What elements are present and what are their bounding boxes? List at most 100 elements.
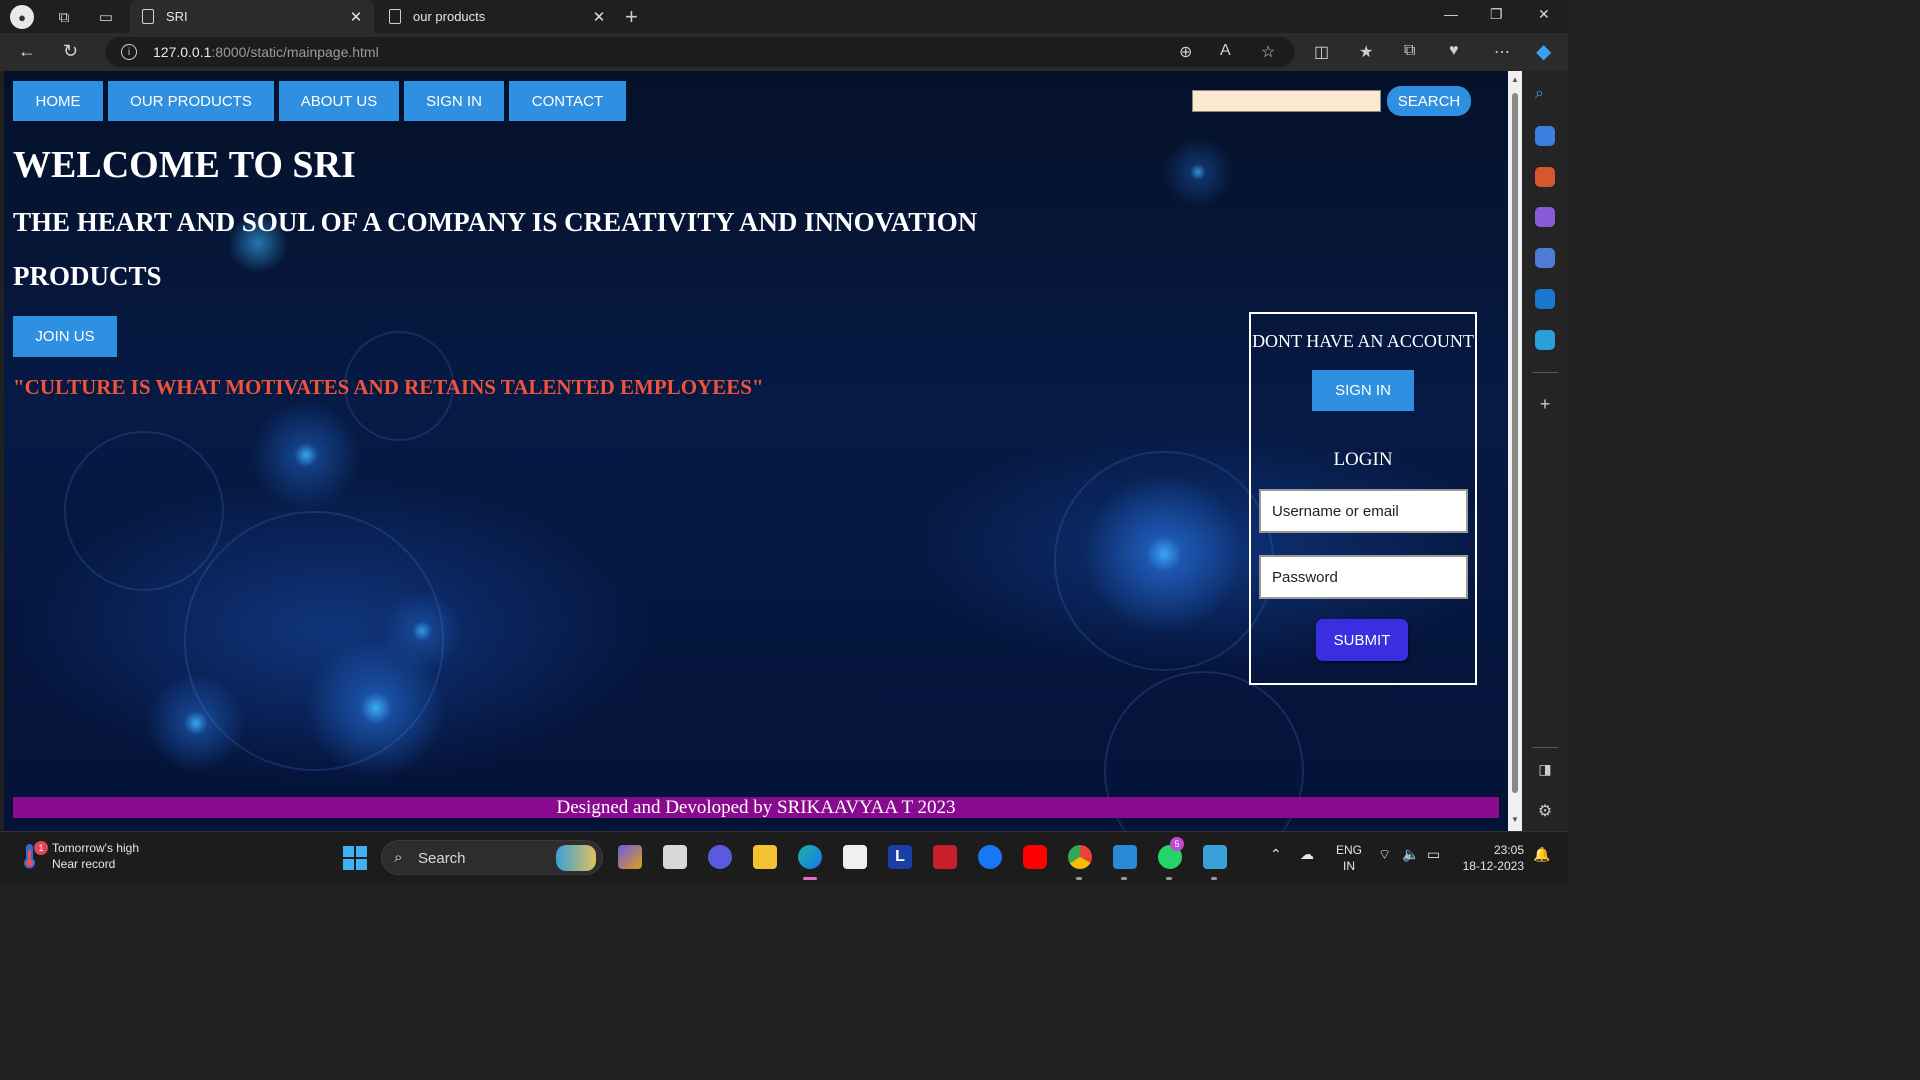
nav-home[interactable]: HOME	[13, 81, 103, 121]
workspaces-icon[interactable]: ⧉	[52, 5, 76, 29]
tab-our-products[interactable]: our products ✕	[377, 0, 617, 33]
scroll-thumb[interactable]	[1512, 93, 1518, 793]
weather-widget[interactable]: 1 Tomorrow's high Near record	[20, 840, 139, 872]
site-info-icon[interactable]: i	[121, 44, 137, 60]
notification-bell-icon[interactable]: 🔔	[1533, 846, 1550, 863]
notepad-icon[interactable]	[1203, 845, 1227, 869]
nav-contact[interactable]: CONTACT	[509, 81, 626, 121]
nav-sign-in[interactable]: SIGN IN	[404, 81, 504, 121]
outlook-icon[interactable]	[1535, 289, 1555, 309]
panel-sign-in-button[interactable]: SIGN IN	[1312, 370, 1414, 411]
sidebar-divider	[1532, 372, 1558, 373]
favorite-star-icon[interactable]: ☆	[1261, 42, 1275, 62]
nav-about-us[interactable]: ABOUT US	[279, 81, 399, 121]
login-heading: LOGIN	[1333, 449, 1393, 470]
taskbar-search[interactable]: ⌕ Search	[381, 840, 603, 875]
battery-icon[interactable]: ▭	[1427, 846, 1440, 863]
send-icon[interactable]	[1535, 330, 1555, 350]
edge-browser-icon[interactable]	[798, 845, 822, 869]
chrome-icon[interactable]	[1068, 845, 1092, 869]
collections-icon[interactable]: ⧉	[1404, 42, 1415, 60]
onedrive-icon[interactable]: ☁	[1300, 846, 1314, 863]
mcafee-icon[interactable]	[933, 845, 957, 869]
close-tab-icon[interactable]: ✕	[344, 8, 368, 26]
tab-label: our products	[413, 9, 486, 24]
windows-taskbar: 1 Tomorrow's high Near record ⌕ Search L…	[0, 831, 1568, 882]
close-window-icon[interactable]: ✕	[1538, 6, 1550, 23]
username-field[interactable]: Username or email	[1259, 489, 1468, 533]
task-view-icon[interactable]	[663, 845, 687, 869]
new-tab-icon[interactable]: +	[625, 4, 638, 30]
youtube-icon[interactable]	[1023, 845, 1047, 869]
tools-icon[interactable]	[1535, 167, 1555, 187]
footer-credit: Designed and Devoloped by SRIKAAVYAA T 2…	[13, 797, 1499, 818]
running-app-indicator	[1076, 877, 1082, 880]
games-icon[interactable]	[1535, 207, 1555, 227]
store-icon[interactable]	[843, 845, 867, 869]
vscode-icon[interactable]	[1113, 845, 1137, 869]
language-indicator[interactable]: ENG IN	[1336, 842, 1362, 874]
join-us-button[interactable]: JOIN US	[13, 316, 117, 357]
bokeh-decoration	[64, 431, 224, 591]
search-button[interactable]: SEARCH	[1387, 86, 1471, 116]
search-icon: ⌕	[394, 849, 403, 866]
teams-chat-icon[interactable]	[708, 845, 732, 869]
shopping-icon[interactable]	[1535, 126, 1555, 146]
whatsapp-icon[interactable]: 5	[1158, 837, 1184, 869]
whatsapp-badge: 5	[1170, 837, 1184, 851]
copilot-icon[interactable]: ◆	[1536, 39, 1551, 64]
zoom-icon[interactable]: ⊕	[1179, 42, 1192, 62]
refresh-icon[interactable]: ↻	[63, 41, 78, 62]
office-icon[interactable]	[1535, 248, 1555, 268]
no-account-heading: DONT HAVE AN ACCOUNT	[1252, 331, 1474, 351]
settings-gear-icon[interactable]: ⚙	[1535, 801, 1555, 821]
show-hidden-icons[interactable]: ⌃	[1270, 846, 1282, 863]
login-panel: DONT HAVE AN ACCOUNT SIGN IN LOGIN Usern…	[1249, 312, 1477, 685]
running-app-indicator	[1211, 877, 1217, 880]
add-icon[interactable]: +	[1535, 394, 1555, 414]
page-icon	[389, 9, 401, 24]
tab-label: SRI	[166, 9, 188, 24]
wifi-icon[interactable]: ⌔	[1378, 846, 1391, 864]
volume-icon[interactable]: 🔈	[1402, 846, 1419, 863]
active-app-indicator	[803, 877, 817, 880]
search-input[interactable]	[1192, 90, 1381, 112]
page-viewport: HOME OUR PRODUCTS ABOUT US SIGN IN CONTA…	[4, 71, 1508, 831]
url-text: 127.0.0.1:8000/static/mainpage.html	[153, 44, 379, 60]
favorites-icon[interactable]: ★	[1359, 42, 1373, 62]
split-screen-icon[interactable]: ◫	[1314, 42, 1329, 62]
browser-essentials-icon[interactable]: ♥	[1449, 42, 1459, 60]
search-icon[interactable]: ⌕	[1535, 85, 1555, 105]
more-options-icon[interactable]: ⋯	[1494, 42, 1510, 62]
scroll-down-icon[interactable]: ▼	[1510, 815, 1520, 824]
bokeh-decoration	[184, 511, 444, 771]
scroll-up-icon[interactable]: ▲	[1510, 75, 1520, 84]
tab-sri[interactable]: SRI ✕	[130, 0, 374, 33]
minimize-icon[interactable]: —	[1444, 6, 1458, 22]
submit-button[interactable]: SUBMIT	[1316, 619, 1408, 661]
l-app-icon[interactable]: L	[888, 845, 912, 869]
url-field[interactable]: i 127.0.0.1:8000/static/mainpage.html	[105, 37, 1295, 67]
edge-sidebar: ⌕ + ◨ ⚙	[1522, 71, 1568, 831]
tagline: THE HEART AND SOUL OF A COMPANY IS CREAT…	[13, 207, 978, 237]
back-icon[interactable]: ←	[18, 41, 36, 62]
nav-our-products[interactable]: OUR PRODUCTS	[108, 81, 274, 121]
tab-actions-icon[interactable]: ▭	[94, 5, 118, 29]
copilot-app-icon[interactable]	[618, 845, 642, 869]
read-aloud-icon[interactable]: A	[1220, 42, 1231, 60]
restore-icon[interactable]: ❐	[1490, 6, 1503, 23]
hide-sidebar-icon[interactable]: ◨	[1535, 761, 1555, 781]
facebook-icon[interactable]	[978, 845, 1002, 869]
sidebar-divider	[1532, 747, 1558, 748]
running-app-indicator	[1121, 877, 1127, 880]
page-title: WELCOME TO SRI	[13, 144, 356, 186]
windows-start-icon[interactable]	[343, 846, 367, 870]
password-field[interactable]: Password	[1259, 555, 1468, 599]
file-explorer-icon[interactable]	[753, 845, 777, 869]
clock[interactable]: 23:05 18-12-2023	[1460, 842, 1524, 874]
profile-icon[interactable]: ●	[10, 5, 34, 29]
running-app-indicator	[1166, 877, 1172, 880]
page-scrollbar[interactable]: ▲ ▼	[1508, 71, 1522, 831]
browser-tab-bar: ● ⧉ ▭ SRI ✕ our products ✕ + — ❐ ✕	[0, 0, 1568, 33]
close-tab-icon[interactable]: ✕	[587, 8, 611, 26]
